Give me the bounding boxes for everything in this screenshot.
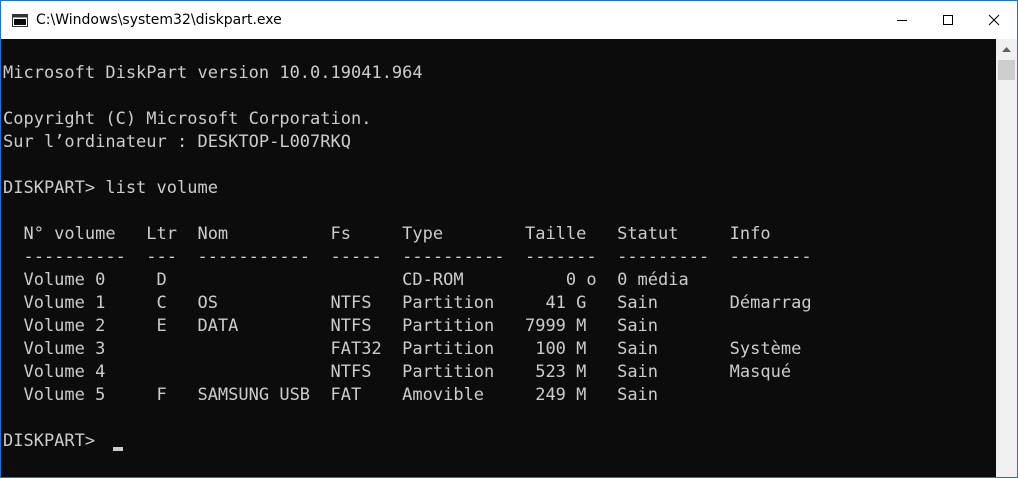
volume-row: Volume 5 F SAMSUNG USB FAT Amovible 249 … [3, 385, 659, 405]
console-line: Microsoft DiskPart version 10.0.19041.96… [3, 63, 423, 83]
minimize-icon [897, 20, 907, 21]
console-line: Copyright (C) Microsoft Corporation. [3, 109, 372, 129]
volume-table-separator: ---------- --- ----------- ----- -------… [3, 247, 812, 267]
console-output[interactable]: Microsoft DiskPart version 10.0.19041.96… [1, 39, 996, 477]
volume-row: Volume 2 E DATA NTFS Partition 7999 M Sa… [3, 316, 659, 336]
vertical-scrollbar[interactable] [996, 39, 1017, 477]
minimize-button[interactable] [879, 1, 925, 39]
console-line: Sur l’ordinateur : DESKTOP-L007RKQ [3, 132, 351, 152]
chevron-up-icon [1002, 46, 1011, 52]
close-icon [988, 14, 1000, 26]
volume-table-header: N° volume Ltr Nom Fs Type Taille Statut … [3, 224, 771, 244]
text-cursor [113, 447, 123, 451]
window-controls [879, 1, 1017, 39]
maximize-icon [943, 15, 953, 25]
console-text: Microsoft DiskPart version 10.0.19041.96… [3, 62, 812, 453]
title-bar[interactable]: C:\Windows\system32\diskpart.exe [1, 1, 1017, 39]
console-app-icon [12, 13, 28, 27]
console-window: C:\Windows\system32\diskpart.exe Microso… [0, 0, 1018, 478]
close-button[interactable] [971, 1, 1017, 39]
volume-row: Volume 4 NTFS Partition 523 M Sain Masqu… [3, 362, 792, 382]
scroll-thumb[interactable] [998, 60, 1015, 80]
console-line: DISKPART> list volume [3, 178, 218, 198]
command-prompt[interactable]: DISKPART> [3, 430, 812, 453]
scroll-up-button[interactable] [996, 39, 1017, 59]
volume-row: Volume 3 FAT32 Partition 100 M Sain Syst… [3, 339, 802, 359]
volume-row: Volume 1 C OS NTFS Partition 41 G Sain D… [3, 293, 812, 313]
volume-row: Volume 0 D CD-ROM 0 o 0 média [3, 270, 689, 290]
maximize-button[interactable] [925, 1, 971, 39]
window-title: C:\Windows\system32\diskpart.exe [36, 12, 282, 28]
